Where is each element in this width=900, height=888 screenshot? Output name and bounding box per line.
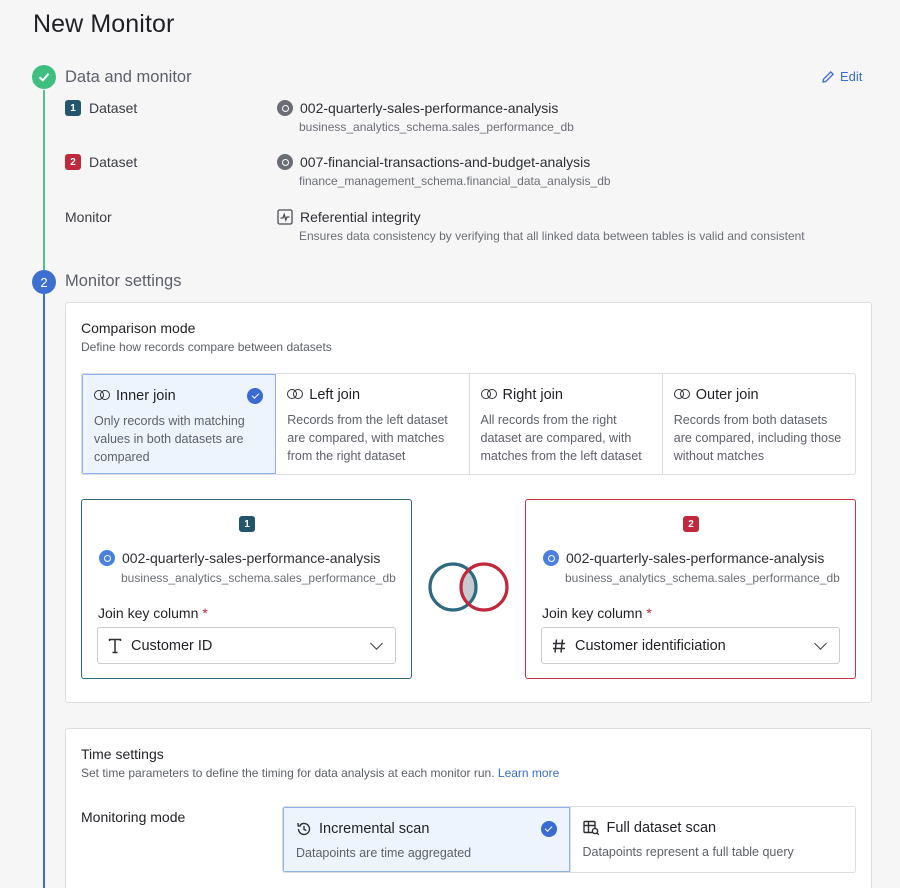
time-settings-title: Time settings: [81, 746, 164, 762]
summary-dataset1-name: 002-quarterly-sales-performance-analysis: [277, 100, 558, 116]
summary-monitor-name: Referential integrity: [277, 209, 421, 225]
dataset2-badge: 2: [683, 516, 699, 532]
dataset1-badge: 1: [239, 516, 255, 532]
left-dataset-schema: business_analytics_schema.sales_performa…: [121, 571, 396, 585]
step-connector-complete: [43, 90, 45, 270]
join-venn-diagram: [428, 562, 509, 612]
mode-option-full-scan[interactable]: Full dataset scan Datapoints represent a…: [569, 807, 855, 872]
activity-chart-icon: [277, 209, 293, 225]
join-option-outer[interactable]: Outer join Records from both datasets ar…: [662, 374, 855, 474]
monitoring-mode-label: Monitoring mode: [81, 809, 186, 825]
right-dataset-name: 002-quarterly-sales-performance-analysis: [543, 550, 848, 566]
left-dataset-name: 002-quarterly-sales-performance-analysis: [99, 550, 404, 566]
right-dataset-schema: business_analytics_schema.sales_performa…: [565, 571, 840, 585]
join-option-label: Inner join: [116, 388, 176, 404]
summary-dataset2-schema: finance_management_schema.financial_data…: [299, 174, 611, 188]
summary-monitor-label: Monitor: [65, 209, 112, 225]
dataset-name-text: 002-quarterly-sales-performance-analysis: [566, 550, 825, 566]
database-icon: [99, 550, 115, 566]
right-join-key-label: Join key column *: [542, 605, 652, 621]
right-join-key-select[interactable]: Customer identificiation: [541, 627, 840, 664]
summary-dataset2-name: 007-financial-transactions-and-budget-an…: [277, 154, 590, 170]
dataset-label: Dataset: [89, 100, 138, 116]
step-complete-icon: [32, 65, 56, 89]
summary-dataset1-label: 1 Dataset: [65, 100, 137, 116]
right-join-icon: [480, 389, 497, 401]
required-mark: *: [646, 605, 652, 621]
join-option-right[interactable]: Right join All records from the right da…: [469, 374, 663, 474]
table-search-icon: [582, 820, 599, 836]
learn-more-link[interactable]: Learn more: [498, 766, 559, 780]
step-number-badge: 2: [32, 270, 56, 294]
dataset-label: Dataset: [89, 154, 138, 170]
join-key-text: Join key column: [542, 605, 643, 621]
edit-label: Edit: [840, 69, 863, 84]
mode-option-label: Incremental scan: [319, 821, 430, 837]
summary-dataset1-schema: business_analytics_schema.sales_performa…: [299, 120, 574, 134]
right-dataset-panel: 2 002-quarterly-sales-performance-analys…: [525, 499, 856, 679]
select-value: Customer ID: [131, 637, 213, 654]
pencil-icon: [822, 70, 835, 83]
chevron-down-icon: [814, 636, 827, 650]
comparison-mode-title: Comparison mode: [81, 320, 196, 336]
number-type-icon: [553, 638, 565, 653]
join-option-desc: Records from both datasets are compared,…: [673, 413, 842, 463]
dataset-name: 002-quarterly-sales-performance-analysis: [300, 100, 559, 116]
left-join-key-label: Join key column *: [98, 605, 208, 621]
select-value: Customer identificiation: [575, 637, 726, 654]
required-mark: *: [202, 605, 208, 621]
comparison-mode-subtitle: Define how records compare between datas…: [81, 340, 332, 354]
left-join-key-select[interactable]: Customer ID: [97, 627, 396, 664]
step-title-monitor-settings: Monitor settings: [65, 272, 182, 290]
summary-dataset2-label: 2 Dataset: [65, 154, 137, 170]
left-dataset-panel: 1 002-quarterly-sales-performance-analys…: [81, 499, 412, 679]
mode-option-desc: Datapoints are time aggregated: [296, 846, 472, 860]
monitoring-mode-selector: Incremental scan Datapoints are time agg…: [282, 806, 856, 873]
mode-option-desc: Datapoints represent a full table query: [582, 845, 794, 859]
join-option-inner[interactable]: Inner join Only records with matching va…: [82, 374, 277, 474]
join-option-left[interactable]: Left join Records from the left dataset …: [276, 374, 470, 474]
time-settings-subtitle: Set time parameters to define the timing…: [81, 766, 559, 780]
dataset1-badge: 1: [65, 100, 81, 116]
join-type-selector: Inner join Only records with matching va…: [81, 373, 856, 475]
join-option-desc: Only records with matching values in bot…: [94, 414, 245, 464]
inner-join-icon: [94, 390, 110, 402]
monitor-name: Referential integrity: [300, 209, 421, 225]
summary-monitor-description: Ensures data consistency by verifying th…: [299, 229, 805, 243]
join-option-label: Left join: [309, 387, 361, 403]
check-circle-icon: [540, 821, 557, 837]
left-join-icon: [287, 389, 304, 401]
step-connector-active: [43, 294, 45, 888]
mode-option-label: Full dataset scan: [606, 820, 717, 836]
join-option-label: Right join: [502, 387, 563, 403]
outer-join-icon: [673, 389, 690, 401]
join-option-desc: Records from the left dataset are compar…: [287, 413, 448, 463]
edit-button[interactable]: Edit: [821, 69, 862, 84]
text-type-icon: [108, 638, 122, 653]
time-settings-subtitle-text: Set time parameters to define the timing…: [81, 766, 495, 780]
mode-option-incremental[interactable]: Incremental scan Datapoints are time agg…: [283, 807, 570, 872]
chevron-down-icon: [370, 636, 383, 650]
dataset2-badge: 2: [65, 154, 81, 170]
join-option-desc: All records from the right dataset are c…: [480, 413, 642, 463]
join-key-text: Join key column: [98, 605, 199, 621]
database-icon: [543, 550, 559, 566]
dataset-name-text: 002-quarterly-sales-performance-analysis: [122, 550, 381, 566]
step-title-data-and-monitor: Data and monitor: [65, 68, 192, 86]
database-icon: [277, 154, 293, 170]
join-option-label: Outer join: [695, 387, 759, 403]
history-icon: [297, 822, 311, 836]
database-icon: [277, 100, 293, 116]
dataset-name: 007-financial-transactions-and-budget-an…: [300, 154, 591, 170]
page-title: New Monitor: [33, 10, 175, 38]
